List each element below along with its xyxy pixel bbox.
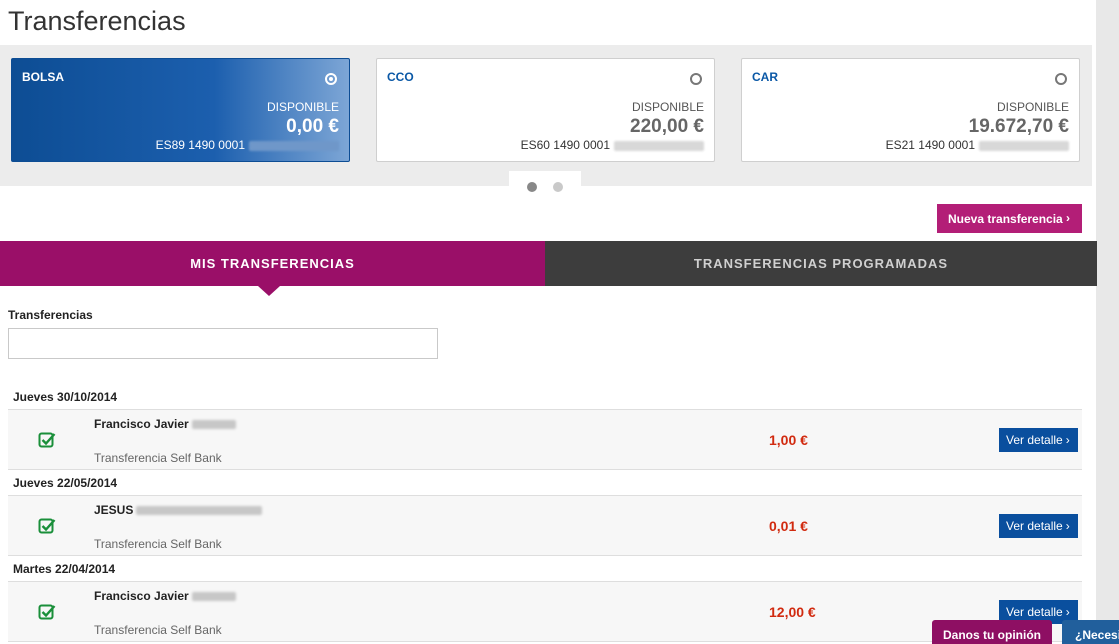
transfer-recipient: JESUS xyxy=(94,503,263,517)
available-amount: 220,00 € xyxy=(630,116,704,137)
transfer-row: JESUS Transferencia Self Bank 0,01 € Ver… xyxy=(8,496,1082,556)
account-card-bolsa[interactable]: BOLSA DISPONIBLE 0,00 € ES89 1490 0001 xyxy=(11,58,350,162)
available-amount: 0,00 € xyxy=(286,116,339,137)
vertical-scrollbar[interactable] xyxy=(1096,0,1119,644)
transfer-amount: 1,00 € xyxy=(769,432,808,448)
available-amount: 19.672,70 € xyxy=(968,116,1069,137)
account-card-cco[interactable]: CCO DISPONIBLE 220,00 € ES60 1490 0001 xyxy=(376,58,715,162)
transfer-description: Transferencia Self Bank xyxy=(94,537,222,551)
redacted-iban xyxy=(249,140,339,151)
check-square-icon xyxy=(38,432,56,448)
carousel-dot-1[interactable] xyxy=(527,182,537,192)
carousel-pagination xyxy=(509,171,581,201)
transfer-description: Transferencia Self Bank xyxy=(94,451,222,465)
filter-label: Transferencias xyxy=(8,308,93,322)
available-label: DISPONIBLE xyxy=(631,100,704,114)
redacted-surname xyxy=(191,592,236,602)
date-header: Martes 22/04/2014 xyxy=(8,556,1082,582)
iban-prefix: ES89 1490 0001 xyxy=(155,138,245,152)
transfer-amount: 12,00 € xyxy=(769,604,816,620)
available-label: DISPONIBLE xyxy=(266,100,339,114)
radio-icon[interactable] xyxy=(1055,73,1067,85)
recipient-name: JESUS xyxy=(94,503,134,517)
chevron-right-icon: › xyxy=(1065,519,1070,533)
iban-prefix: ES21 1490 0001 xyxy=(885,138,975,152)
transfer-amount: 0,01 € xyxy=(769,518,808,534)
account-iban: ES60 1490 0001 xyxy=(521,138,704,152)
transfers-page: Transferencias BOLSA DISPONIBLE 0,00 € E… xyxy=(0,0,1119,644)
recipient-name: Francisco Javier xyxy=(94,589,189,603)
transfer-recipient: Francisco Javier xyxy=(94,417,236,431)
detail-label: Ver detalle xyxy=(1006,519,1063,533)
recipient-name: Francisco Javier xyxy=(94,417,189,431)
chevron-right-icon: › xyxy=(1066,211,1070,225)
date-header: Jueves 22/05/2014 xyxy=(8,470,1082,496)
new-transfer-button[interactable]: Nueva transferencia › xyxy=(937,204,1082,233)
account-name: CCO xyxy=(387,70,414,84)
account-iban: ES89 1490 0001 xyxy=(156,138,339,152)
account-iban: ES21 1490 0001 xyxy=(886,138,1069,152)
tab-my-transfers[interactable]: MIS TRANSFERENCIAS xyxy=(0,241,545,296)
check-square-icon xyxy=(38,604,56,620)
transfer-row: Francisco Javier Transferencia Self Bank… xyxy=(8,582,1082,642)
feedback-button[interactable]: Danos tu opinión xyxy=(932,620,1052,644)
tab-scheduled-transfers[interactable]: TRANSFERENCIAS PROGRAMADAS xyxy=(545,241,1097,286)
detail-label: Ver detalle xyxy=(1006,433,1063,447)
transfer-row: Francisco Javier Transferencia Self Bank… xyxy=(8,410,1082,470)
page-title: Transferencias xyxy=(8,6,186,36)
help-chat-button[interactable]: ¿Necesi xyxy=(1062,620,1119,644)
radio-icon[interactable] xyxy=(690,73,702,85)
redacted-surname xyxy=(191,420,236,430)
carousel-dot-2[interactable] xyxy=(553,182,563,192)
view-detail-button[interactable]: Ver detalle › xyxy=(999,514,1078,538)
transfer-description: Transferencia Self Bank xyxy=(94,623,222,637)
chevron-right-icon: › xyxy=(1065,433,1070,447)
transfer-recipient: Francisco Javier xyxy=(94,589,236,603)
redacted-iban xyxy=(979,140,1069,151)
radio-icon[interactable] xyxy=(325,73,337,85)
account-name: CAR xyxy=(752,70,778,84)
detail-label: Ver detalle xyxy=(1006,605,1063,619)
account-card-car[interactable]: CAR DISPONIBLE 19.672,70 € ES21 1490 000… xyxy=(741,58,1080,162)
new-transfer-label: Nueva transferencia xyxy=(948,211,1063,226)
chevron-right-icon: › xyxy=(1065,605,1070,619)
accounts-carousel: BOLSA DISPONIBLE 0,00 € ES89 1490 0001 C… xyxy=(0,45,1092,186)
iban-prefix: ES60 1490 0001 xyxy=(520,138,610,152)
view-detail-button[interactable]: Ver detalle › xyxy=(999,428,1078,452)
transfer-list: Jueves 30/10/2014 Francisco Javier Trans… xyxy=(8,384,1082,642)
transfer-tabs: MIS TRANSFERENCIAS TRANSFERENCIAS PROGRA… xyxy=(0,241,1097,296)
transfer-filter-input[interactable] xyxy=(8,328,438,359)
date-header: Jueves 30/10/2014 xyxy=(8,384,1082,410)
account-name: BOLSA xyxy=(22,70,64,84)
redacted-iban xyxy=(614,140,704,151)
available-label: DISPONIBLE xyxy=(996,100,1069,114)
check-square-icon xyxy=(38,518,56,534)
redacted-surname xyxy=(136,506,263,516)
